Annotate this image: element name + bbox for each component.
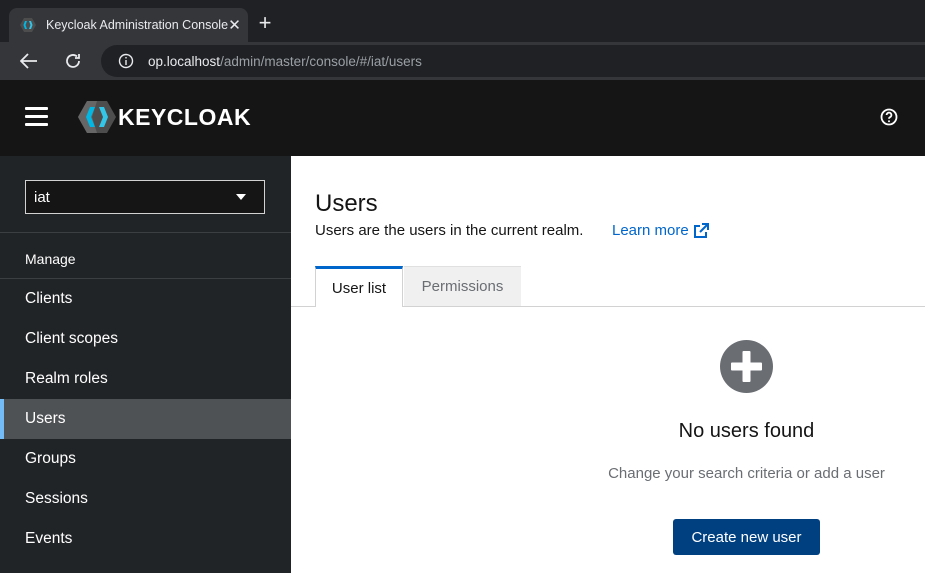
url-text: op.localhost/admin/master/console/#/iat/… <box>148 54 422 69</box>
tab-user-list[interactable]: User list <box>315 266 403 307</box>
close-tab-icon[interactable]: ✕ <box>228 16 241 34</box>
browser-tab-strip: Keycloak Administration Console ✕ + <box>0 0 925 42</box>
sidebar-item-events[interactable]: Events <box>0 519 291 559</box>
sidebar-item-clients[interactable]: Clients <box>0 279 291 319</box>
new-tab-icon[interactable]: + <box>255 12 275 34</box>
create-new-user-button[interactable]: Create new user <box>673 519 820 555</box>
plus-circle-icon <box>720 340 773 393</box>
main-content: Users Users are the users in the current… <box>291 156 925 573</box>
page-title: Users <box>315 190 378 217</box>
sidebar-item-label: Realm roles <box>25 370 108 387</box>
external-link-icon <box>693 222 709 238</box>
caret-down-icon <box>236 194 246 200</box>
sidebar-section-manage: Manage <box>25 251 76 267</box>
back-arrow-icon[interactable] <box>18 50 40 72</box>
keycloak-logo-icon <box>78 101 116 133</box>
keycloak-logo[interactable]: KEYCLOAK <box>77 100 251 134</box>
sidebar-item-sessions[interactable]: Sessions <box>0 479 291 519</box>
realm-selector[interactable]: iat <box>25 180 265 214</box>
sidebar-item-client-scopes[interactable]: Client scopes <box>0 319 291 359</box>
hamburger-menu-icon[interactable] <box>25 107 49 129</box>
reload-icon[interactable] <box>62 50 84 72</box>
url-host: op.localhost <box>148 53 221 69</box>
sidebar-item-label: Groups <box>25 450 76 467</box>
empty-state-title: No users found <box>678 420 815 442</box>
help-icon[interactable] <box>880 108 898 126</box>
sidebar: iat Manage Clients Client scopes Realm r… <box>0 156 291 573</box>
keycloak-favicon-icon <box>20 17 36 33</box>
browser-toolbar: op.localhost/admin/master/console/#/iat/… <box>0 42 925 80</box>
sidebar-item-label: Sessions <box>25 490 88 507</box>
sidebar-item-users[interactable]: Users <box>0 399 291 439</box>
learn-more-link[interactable]: Learn more <box>612 222 709 239</box>
browser-tab[interactable]: Keycloak Administration Console ✕ <box>9 8 248 42</box>
sidebar-divider <box>0 232 291 233</box>
page-description: Users are the users in the current realm… <box>315 222 584 239</box>
site-info-icon[interactable] <box>118 53 134 69</box>
sidebar-item-label: Users <box>25 410 66 427</box>
empty-state-body: Change your search criteria or add a use… <box>608 465 885 482</box>
sidebar-item-label: Client scopes <box>25 330 119 347</box>
sidebar-item-groups[interactable]: Groups <box>0 439 291 479</box>
url-path: /admin/master/console/#/iat/users <box>220 53 422 69</box>
realm-selector-value: iat <box>34 188 50 206</box>
sidebar-item-label: Clients <box>25 290 73 307</box>
sidebar-item-realm-roles[interactable]: Realm roles <box>0 359 291 399</box>
address-bar[interactable]: op.localhost/admin/master/console/#/iat/… <box>101 45 925 77</box>
browser-tab-title: Keycloak Administration Console <box>46 18 229 32</box>
tab-permissions[interactable]: Permissions <box>404 266 521 306</box>
tab-bar: User list Permissions <box>291 266 925 307</box>
sidebar-item-label: Events <box>25 530 73 547</box>
learn-more-label: Learn more <box>612 222 689 239</box>
keycloak-wordmark: KEYCLOAK <box>118 103 252 130</box>
app-header: KEYCLOAK <box>0 80 925 156</box>
